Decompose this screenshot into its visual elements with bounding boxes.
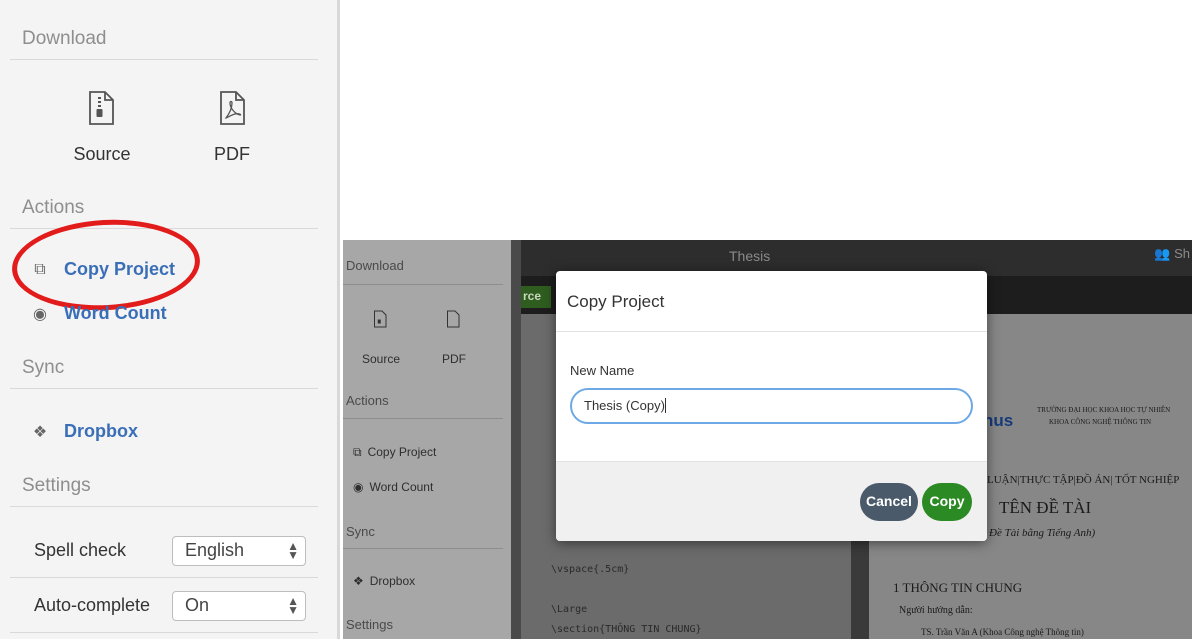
sync-heading: Sync — [22, 357, 65, 378]
divider — [10, 506, 318, 507]
dropbox-icon: ❖ — [353, 574, 364, 588]
word-count-label: Word Count — [64, 303, 167, 323]
project-title: Thesis — [729, 248, 771, 264]
divider — [10, 632, 318, 633]
school-line1: TRƯỜNG ĐẠI HỌC KHOA HỌC TỰ NHIÊN — [1037, 406, 1171, 414]
pdf-section: 1 THÔNG TIN CHUNG — [893, 580, 1023, 595]
app-copy-project-label: Copy Project — [367, 445, 437, 459]
settings-heading: Settings — [22, 475, 91, 496]
code-line: \section{THÔNG TIN CHUNG} — [551, 624, 702, 635]
word-count-link[interactable]: ◉ Word Count — [30, 303, 167, 324]
divider — [343, 418, 503, 419]
app-dropbox-label: Dropbox — [369, 574, 416, 588]
cancel-button[interactable]: Cancel — [860, 483, 918, 521]
new-name-label: New Name — [570, 363, 635, 378]
dropbox-label: Dropbox — [64, 421, 138, 441]
pdf-file-icon[interactable] — [218, 91, 246, 125]
app-download-heading: Download — [346, 258, 404, 273]
actions-heading: Actions — [22, 197, 85, 218]
spell-check-select[interactable]: English ▲ ▼ — [172, 536, 306, 566]
spell-check-label: Spell check — [34, 540, 127, 560]
archive-file-icon[interactable] — [373, 310, 387, 328]
dropbox-link[interactable]: ❖ Dropbox — [30, 421, 138, 442]
autocomplete-select[interactable]: On ▲ ▼ — [172, 591, 306, 621]
text-caret — [664, 398, 666, 413]
school-line2: KHOA CÔNG NGHỆ THÔNG TIN — [1049, 418, 1152, 426]
download-pdf-label[interactable]: PDF — [192, 144, 272, 165]
eye-icon: ◉ — [33, 305, 47, 323]
code-line: \Large — [551, 604, 588, 615]
archive-file-icon[interactable] — [87, 91, 115, 125]
divider — [343, 548, 503, 549]
advisor-label: Người hướng dẫn: — [899, 605, 973, 616]
spell-check-value: English — [185, 540, 245, 560]
autocomplete-label: Auto-complete — [34, 595, 151, 615]
app-word-count[interactable]: ◉ Word Count — [353, 480, 433, 494]
sidebar-scrollbar[interactable] — [511, 240, 521, 639]
divider — [10, 577, 318, 578]
app-settings-heading: Settings — [346, 617, 393, 632]
app-actions-heading: Actions — [346, 393, 389, 408]
share-button[interactable]: 👥 Sh — [1154, 246, 1190, 262]
app-sidebar: Download Source PDF Actions ⧉ Copy Projec… — [343, 240, 511, 639]
advisor-name: TS. Trần Văn A (Khoa Công nghệ Thông tin… — [921, 627, 1084, 637]
share-label: Sh — [1174, 246, 1190, 261]
divider — [343, 284, 503, 285]
copy-button[interactable]: Copy — [922, 483, 972, 521]
select-arrows-icon: ▲ ▼ — [287, 594, 299, 617]
eye-icon: ◉ — [353, 480, 364, 494]
autocomplete-value: On — [185, 595, 210, 615]
divider — [556, 331, 987, 332]
copy-project-dialog: Copy Project New Name Thesis (Copy) Canc… — [556, 271, 987, 541]
select-arrows-icon: ▲ ▼ — [287, 539, 299, 562]
topic-english: Đề Tài bằng Tiếng Anh) — [989, 527, 1096, 539]
divider — [10, 388, 318, 389]
app-word-count-label: Word Count — [369, 480, 434, 494]
app-pdf-label[interactable]: PDF — [429, 352, 479, 366]
dialog-title: Copy Project — [567, 292, 665, 311]
app-dropbox[interactable]: ❖ Dropbox — [353, 574, 415, 588]
logo-fragment: nus — [983, 411, 1014, 430]
new-name-value: Thesis (Copy) — [584, 398, 665, 413]
app-sync-heading: Sync — [346, 524, 375, 539]
divider — [10, 59, 318, 60]
download-source-label[interactable]: Source — [62, 144, 142, 165]
app-source-label[interactable]: Source — [356, 352, 406, 366]
code-line: \vspace{.5cm} — [551, 564, 630, 575]
pdf-file-icon[interactable] — [446, 310, 460, 328]
dropbox-icon: ❖ — [32, 423, 48, 441]
new-name-input[interactable]: Thesis (Copy) — [570, 388, 973, 424]
copy-icon: ⧉ — [353, 445, 362, 459]
download-heading: Download — [22, 28, 107, 49]
source-tab[interactable]: rce — [521, 286, 551, 308]
app-copy-project[interactable]: ⧉ Copy Project — [353, 445, 436, 460]
highlight-ring — [9, 215, 203, 315]
settings-sidebar-zoomed: Download Source PDF Actions ⧉ Copy Proje… — [0, 0, 340, 639]
thesis-type: LUẬN|THỰC TẬP|ĐỒ ÁN| TỐT NGHIỆP — [987, 474, 1180, 486]
topic-title: TÊN ĐỀ TÀI — [999, 498, 1092, 517]
